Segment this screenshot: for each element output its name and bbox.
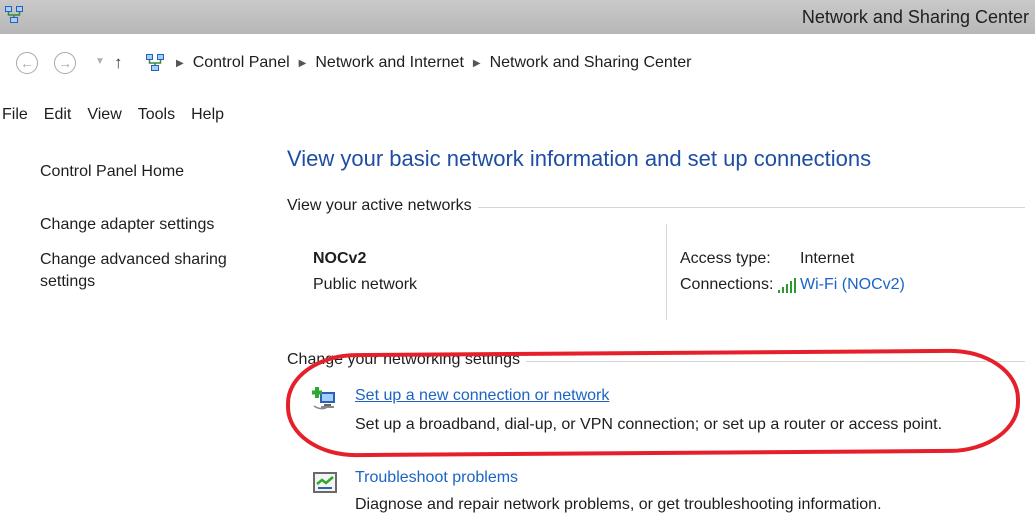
access-type-value: Internet — [800, 250, 855, 267]
network-type-link[interactable]: Public network — [313, 276, 417, 294]
forward-arrow-icon[interactable]: → — [54, 52, 76, 74]
advanced-sharing-line2: settings — [40, 273, 96, 290]
breadcrumb-separator-icon[interactable]: ▶ — [299, 58, 307, 69]
breadcrumb: ▶ Control Panel ▶ Network and Internet ▶… — [145, 53, 691, 73]
control-panel-icon — [146, 54, 164, 71]
troubleshoot-icon — [313, 472, 337, 493]
control-panel-home-link[interactable]: Control Panel Home — [40, 161, 184, 183]
troubleshoot-description: Diagnose and repair network problems, or… — [355, 496, 882, 513]
advanced-sharing-line1: Change advanced sharing — [40, 251, 227, 268]
breadcrumb-separator-icon[interactable]: ▶ — [176, 58, 184, 69]
annotation-highlight-ellipse — [285, 348, 1021, 458]
breadcrumb-network-and-internet[interactable]: Network and Internet — [315, 54, 464, 72]
network-name: NOCv2 — [313, 250, 367, 267]
access-type-label: Access type: — [680, 250, 771, 267]
window-title: Network and Sharing Center — [801, 7, 1029, 27]
menu-help[interactable]: Help — [183, 106, 232, 124]
breadcrumb-control-panel[interactable]: Control Panel — [193, 54, 290, 72]
menu-tools[interactable]: Tools — [130, 106, 183, 124]
title-bar: Network and Sharing Center — [0, 0, 1035, 34]
connections-label: Connections: — [680, 276, 774, 293]
menu-edit[interactable]: Edit — [36, 106, 80, 124]
change-adapter-settings-link[interactable]: Change adapter settings — [40, 214, 214, 236]
troubleshoot-link[interactable]: Troubleshoot problems — [355, 469, 518, 487]
breadcrumb-separator-icon[interactable]: ▶ — [473, 58, 481, 69]
back-arrow-icon[interactable]: ← — [16, 52, 38, 74]
up-arrow-icon[interactable]: ↑ — [114, 53, 123, 73]
active-networks-header: View your active networks — [287, 197, 478, 215]
wifi-connection-link[interactable]: Wi-Fi (NOCv2) — [800, 276, 905, 294]
network-app-icon — [5, 6, 23, 23]
menu-bar: File Edit View Tools Help — [0, 106, 232, 124]
recent-locations-chevron-icon[interactable]: ▼ — [95, 56, 105, 67]
menu-view[interactable]: View — [79, 106, 129, 124]
menu-file[interactable]: File — [0, 106, 36, 124]
change-advanced-sharing-settings-link[interactable]: Change advanced sharing settings — [40, 249, 227, 293]
network-info-divider — [666, 224, 667, 320]
page-title: View your basic network information and … — [287, 146, 872, 171]
breadcrumb-network-and-sharing-center[interactable]: Network and Sharing Center — [490, 54, 692, 72]
wifi-signal-icon — [778, 278, 796, 293]
